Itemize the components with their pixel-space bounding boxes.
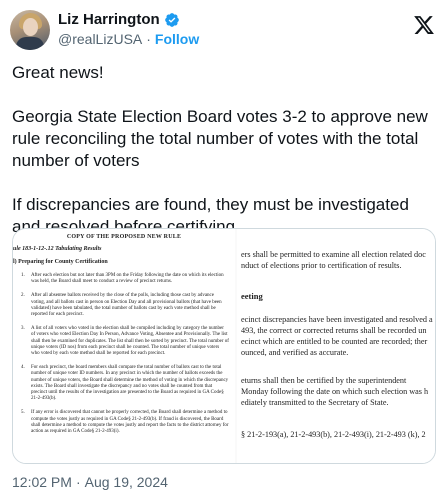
document-item: 4. For each precinct, the board members … [19, 365, 229, 402]
document-item-number: 1. [21, 273, 25, 278]
document-image-left: COPY OF THE PROPOSED NEW RULE ule 183-1-… [13, 229, 235, 463]
document-line: nduct of elections prior to certificatio… [241, 261, 402, 270]
document-item-text: If any error is discovered that cannot b… [31, 410, 229, 435]
document-item-number: 5. [21, 410, 25, 416]
verified-badge-icon [164, 12, 179, 27]
tweet-header: Liz Harrington @realLizUSA · Follow [0, 0, 447, 60]
document-item-text: After each election but not later than 3… [31, 273, 224, 285]
document-line: ediately transmitted to the Secretary of… [241, 398, 389, 407]
document-heading: eeting [241, 291, 263, 301]
display-name[interactable]: Liz Harrington [58, 11, 160, 28]
avatar-face [23, 18, 38, 36]
document-item-number: 2. [21, 293, 25, 299]
document-item: 1. After each election but not later tha… [19, 273, 229, 285]
tweet-media[interactable]: COPY OF THE PROPOSED NEW RULE ule 183-1-… [12, 228, 436, 464]
name-line: Liz Harrington [58, 11, 180, 28]
handle[interactable]: @realLizUSA [58, 31, 142, 47]
separator-dot: · [75, 474, 81, 490]
avatar-body [16, 37, 44, 50]
document-line: 493, the correct or corrected returns sh… [241, 326, 427, 335]
document-item-number: 3. [21, 326, 25, 332]
document-line: ecinct which are entitled to be counted … [241, 337, 428, 346]
document-item-text: For each precinct, the board members sha… [31, 365, 229, 402]
document-line: Monday following the date on which such … [241, 387, 429, 396]
document-image-right: ers shall be permitted to examine all el… [237, 229, 435, 463]
document-paragraph-1: ers shall be permitted to examine all el… [241, 249, 426, 271]
document-line: eturns shall then be certified by the su… [241, 376, 407, 385]
document-item: 2. After all absentee ballots received b… [19, 293, 229, 318]
avatar[interactable] [10, 10, 50, 50]
tweet-time[interactable]: 12:02 PM [12, 474, 72, 490]
document-section-heading: l) Preparing for County Certification [13, 259, 108, 265]
document-paragraph-3: eturns shall then be certified by the su… [241, 375, 428, 408]
document-line: ounced, and verified as accurate. [241, 348, 349, 357]
separator-dot: · [146, 31, 151, 47]
document-item: 3. A list of all voters who voted in the… [19, 326, 229, 357]
document-rule-heading: ule 183-1-12-.12 Tabulating Results [13, 246, 102, 252]
x-logo-icon[interactable] [413, 14, 435, 36]
document-item-text: A list of all voters who voted in the el… [31, 326, 229, 357]
tweet-footer: 12:02 PM · Aug 19, 2024 [12, 474, 168, 490]
tweet-line-2: Georgia State Election Board votes 3-2 t… [12, 107, 428, 170]
tweet-date[interactable]: Aug 19, 2024 [85, 474, 168, 490]
handle-line: @realLizUSA · Follow [58, 31, 199, 47]
document-line: ecinct discrepancies have been investiga… [241, 315, 433, 324]
document-item-text: After all absentee ballots received by t… [31, 293, 222, 318]
document-item-number: 4. [21, 365, 25, 371]
document-paragraph-2: ecinct discrepancies have been investiga… [241, 314, 433, 358]
follow-button[interactable]: Follow [155, 31, 199, 47]
document-line: ers shall be permitted to examine all el… [241, 250, 426, 259]
document-title: COPY OF THE PROPOSED NEW RULE [66, 234, 182, 240]
tweet-text: Great news! Georgia State Election Board… [12, 62, 440, 238]
document-citation: § 21-2-193(a), 21-2-493(b), 21-2-493(i),… [241, 430, 426, 439]
tweet-line-1: Great news! [12, 63, 104, 82]
document-item: 5. If any error is discovered that canno… [19, 410, 229, 435]
